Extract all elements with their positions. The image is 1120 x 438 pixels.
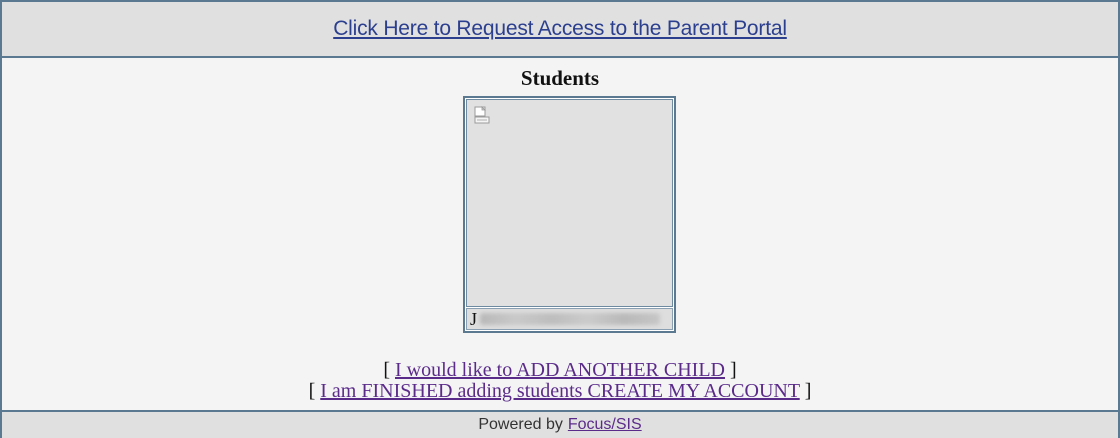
student-name: J: [470, 308, 478, 329]
create-account-link[interactable]: I am FINISHED adding students CREATE MY …: [320, 380, 799, 402]
parent-portal-window: Click Here to Request Access to the Pare…: [0, 0, 1120, 438]
finish-row: [ I am FINISHED adding students CREATE M…: [2, 381, 1118, 402]
redacted-name: [480, 313, 661, 325]
broken-image-icon: [474, 106, 490, 124]
main-content: Students J [ I would like to ADD ANOTHER…: [2, 58, 1118, 410]
student-name-row: J: [466, 308, 673, 330]
request-access-link[interactable]: Click Here to Request Access to the Pare…: [333, 17, 787, 41]
open-bracket: [: [308, 380, 316, 402]
account-actions: [ I would like to ADD ANOTHER CHILD ] [ …: [2, 360, 1118, 402]
powered-by-text: Powered by: [478, 416, 563, 433]
open-bracket: [: [383, 359, 390, 381]
footer-bar: Powered by Focus/SIS: [2, 410, 1118, 438]
close-bracket: ]: [729, 359, 737, 381]
student-card[interactable]: J: [463, 96, 676, 333]
add-child-row: [ I would like to ADD ANOTHER CHILD ]: [2, 360, 1118, 381]
header-bar: Click Here to Request Access to the Pare…: [2, 0, 1118, 58]
add-another-child-link[interactable]: I would like to ADD ANOTHER CHILD: [395, 359, 725, 381]
students-heading: Students: [520, 66, 600, 90]
vendor-link[interactable]: Focus/SIS: [568, 416, 642, 434]
student-photo: [466, 99, 673, 307]
close-bracket: ]: [804, 380, 812, 402]
